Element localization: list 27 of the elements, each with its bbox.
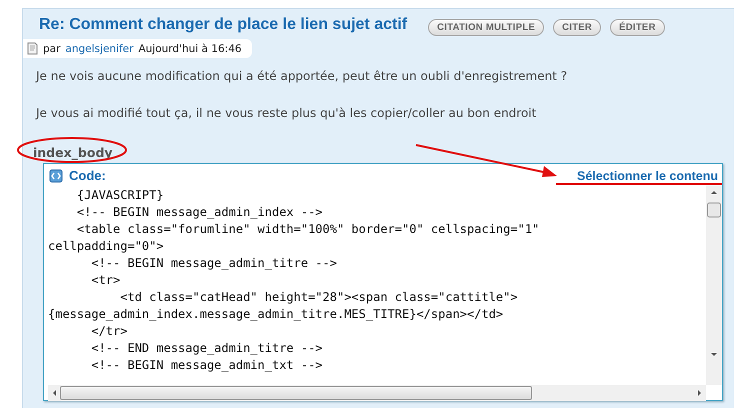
post-title: Re: Comment changer de place le lien sujet actif (39, 16, 408, 34)
byline-prefix: par (43, 42, 60, 54)
code-line: cellpadding="0"> (48, 238, 165, 255)
code-line: <!-- BEGIN message_admin_txt --> (90, 357, 324, 374)
select-content-link[interactable]: Sélectionner le contenu (576, 168, 718, 182)
post-action-button[interactable]: CITATION MULTIPLE (428, 18, 544, 36)
horizontal-scrollbar[interactable] (48, 385, 706, 401)
code-line: <table class="forumline" width="100%" border="0" cellspacing="1" (76, 221, 540, 238)
code-label: Code: (69, 168, 106, 183)
code-line: <td class="catHead" height="28"><span class="cattitle"> (119, 289, 519, 306)
vertical-scrollbar[interactable] (706, 185, 722, 385)
code-line: <!-- BEGIN message_admin_index --> (76, 204, 324, 221)
author-link[interactable]: angelsjenifer (65, 42, 134, 54)
code-line: <!-- BEGIN message_admin_titre --> (90, 255, 338, 272)
code-icon (49, 168, 63, 182)
code-line: {JAVASCRIPT} (76, 187, 165, 204)
post-action-button[interactable]: ÉDITER (610, 18, 665, 36)
document-icon (27, 42, 38, 55)
post-action-button[interactable]: CITER (553, 18, 602, 36)
post-paragraph: Je ne vois aucune modification qui a été apportée, peut être un oubli d'enregistrement ? (34, 69, 568, 83)
code-line: <!-- END message_admin_titre --> (90, 340, 324, 357)
section-label: index_body (33, 145, 113, 160)
code-line: {message_admin_index.message_admin_titre.MES_TITRE}</span></td> (48, 306, 504, 323)
post-date: Aujourd'hui à 16:46 (138, 42, 242, 54)
code-line: <tr> (90, 272, 122, 289)
code-line: </tr> (90, 323, 128, 340)
post-paragraph: Je vous ai modifié tout ça, il ne vous reste plus qu'à les copier/coller au bon endroit (34, 106, 538, 120)
